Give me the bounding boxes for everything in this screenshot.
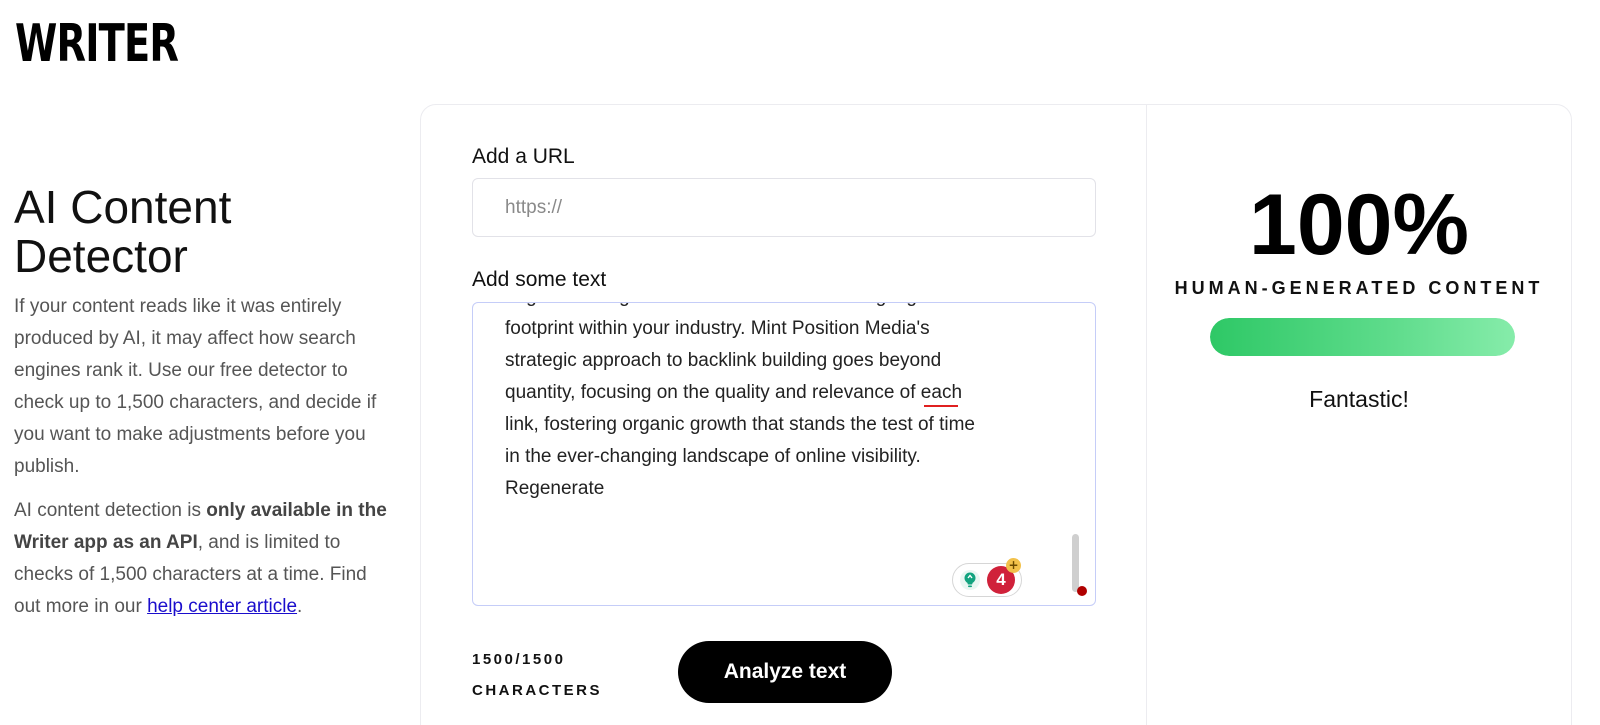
spelling-underline[interactable] bbox=[924, 405, 958, 407]
page-title-line1: AI Content bbox=[14, 181, 232, 233]
recording-dot-icon bbox=[1077, 586, 1087, 596]
lightbulb-icon[interactable] bbox=[959, 569, 981, 591]
api-text-end: . bbox=[297, 596, 303, 617]
plus-icon: + bbox=[1006, 558, 1021, 573]
text-input-content[interactable]: engine rankings and establish a commandi… bbox=[505, 303, 1025, 505]
text-line[interactable]: in the ever-changing landscape of online… bbox=[505, 441, 1025, 473]
character-count-value: 1500/1500 bbox=[472, 651, 566, 668]
textarea-scrollbar[interactable] bbox=[1072, 534, 1079, 592]
analyze-text-button[interactable]: Analyze text bbox=[678, 641, 892, 703]
help-center-link[interactable]: help center article bbox=[147, 596, 297, 617]
api-text-start: AI content detection is bbox=[14, 500, 207, 521]
score-value: 100% bbox=[1249, 177, 1469, 273]
text-line[interactable]: link, fostering organic growth that stan… bbox=[505, 409, 1025, 441]
url-input[interactable]: https:// bbox=[472, 178, 1096, 237]
verdict-text: Fantastic! bbox=[1309, 386, 1409, 412]
score-bar bbox=[1210, 318, 1515, 356]
text-line[interactable]: footprint within your industry. Mint Pos… bbox=[505, 313, 1025, 345]
text-label: Add some text bbox=[472, 268, 607, 291]
intro-section: AI Content Detector If your content read… bbox=[14, 183, 394, 623]
text-line[interactable]: strategic approach to backlink building … bbox=[505, 345, 1025, 377]
intro-paragraph-api: AI content detection is only available i… bbox=[14, 495, 394, 623]
score-bar-fill bbox=[1210, 318, 1515, 356]
text-line[interactable]: engine rankings and establish a commandi… bbox=[505, 303, 1025, 313]
text-line[interactable]: Regenerate bbox=[505, 473, 1025, 505]
writer-logo[interactable]: WRITER bbox=[15, 18, 179, 70]
page-title-line2: Detector bbox=[14, 230, 188, 282]
intro-paragraph: If your content reads like it was entire… bbox=[14, 296, 377, 477]
character-count-unit: CHARACTERS bbox=[472, 682, 602, 699]
url-label: Add a URL bbox=[472, 145, 575, 168]
text-input-area[interactable]: engine rankings and establish a commandi… bbox=[472, 302, 1096, 606]
character-counter: 1500/1500 CHARACTERS bbox=[472, 644, 602, 706]
score-label: HUMAN-GENERATED CONTENT bbox=[1174, 278, 1544, 298]
page-title: AI Content Detector bbox=[14, 183, 394, 281]
